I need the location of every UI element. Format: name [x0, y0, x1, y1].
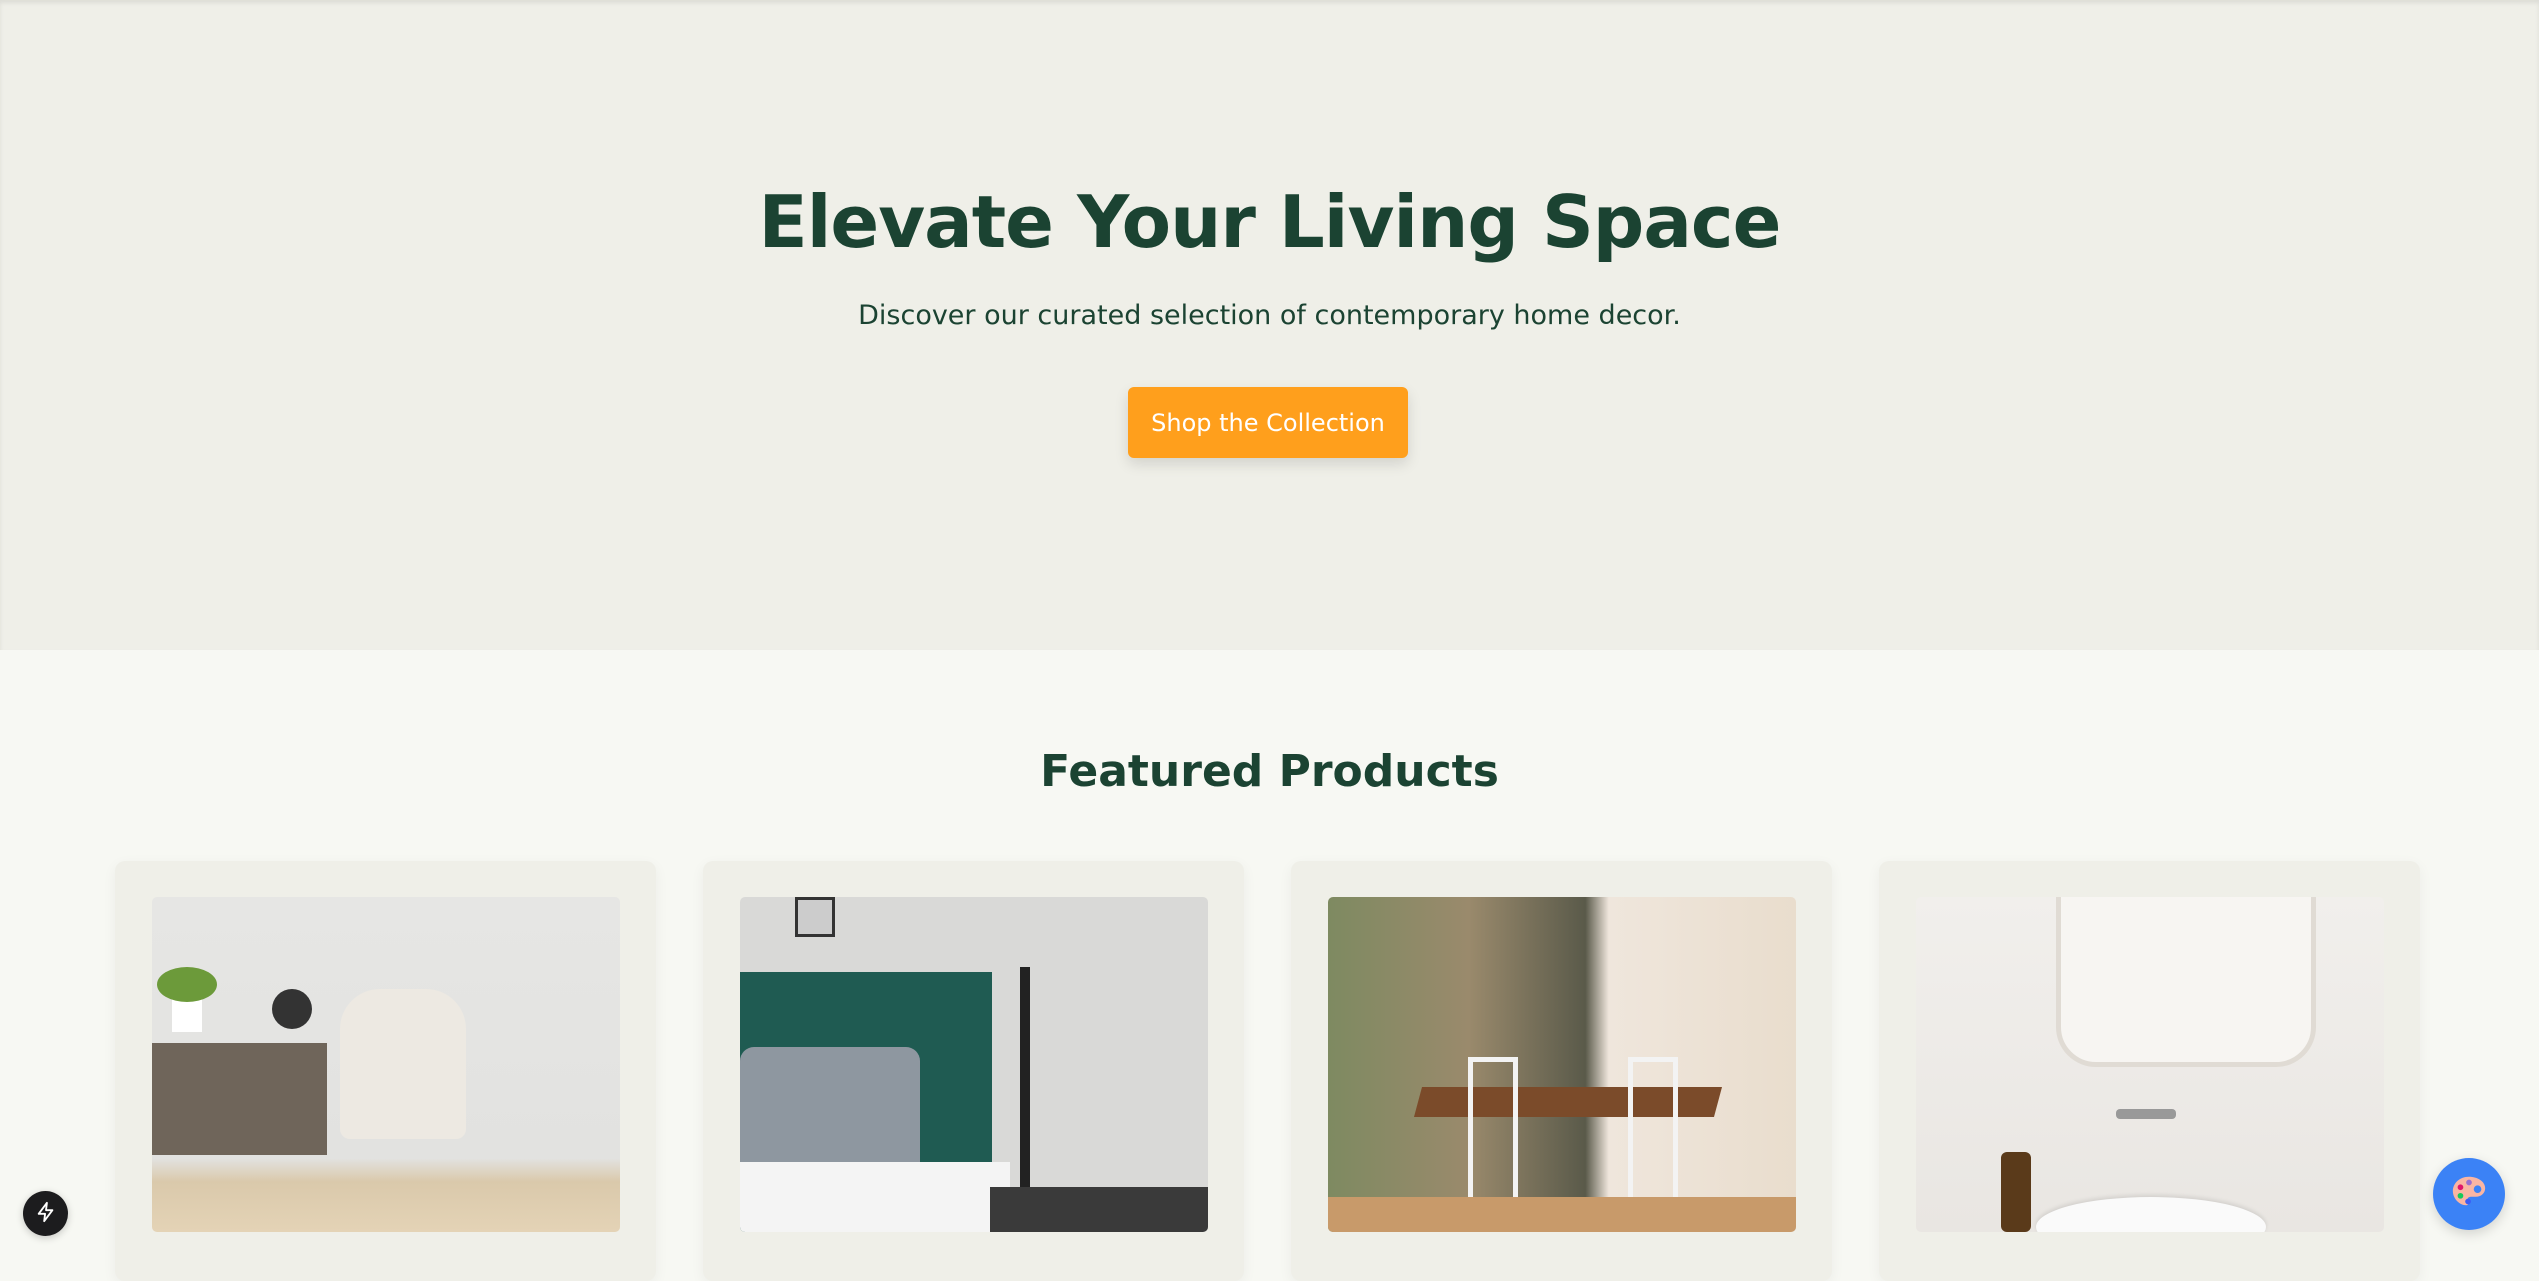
- product-image-bathroom[interactable]: [1916, 897, 2384, 1232]
- product-image-bedroom[interactable]: [740, 897, 1208, 1232]
- lightning-icon: [35, 1200, 57, 1228]
- product-image-dining[interactable]: [1328, 897, 1796, 1232]
- palette-icon: [2450, 1173, 2488, 1215]
- product-card[interactable]: [1291, 861, 1832, 1281]
- featured-products-heading: Featured Products: [1040, 746, 1499, 797]
- hero-subtitle: Discover our curated selection of contem…: [858, 300, 1681, 331]
- product-card[interactable]: [1879, 861, 2420, 1281]
- product-card[interactable]: [703, 861, 1244, 1281]
- shop-collection-button[interactable]: Shop the Collection: [1128, 387, 1408, 458]
- hero-title: Elevate Your Living Space: [758, 180, 1782, 264]
- hero-section: Elevate Your Living Space Discover our c…: [0, 0, 2539, 650]
- lightning-button[interactable]: [23, 1191, 68, 1236]
- product-image-armchair[interactable]: [152, 897, 620, 1232]
- theme-palette-button[interactable]: [2433, 1158, 2505, 1230]
- product-card[interactable]: [115, 861, 656, 1281]
